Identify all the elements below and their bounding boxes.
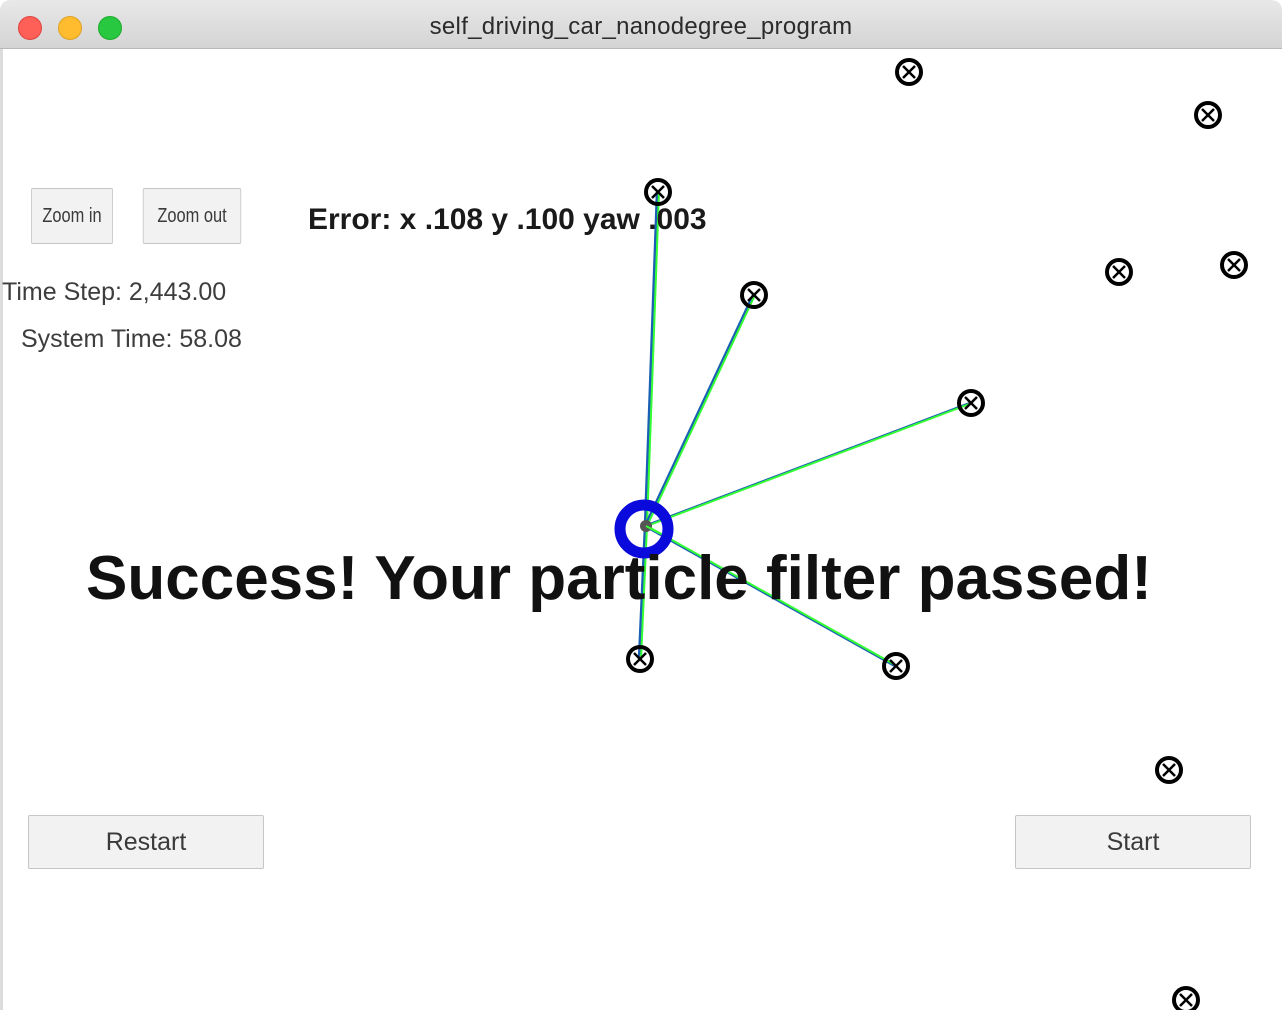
simulator-window: self_driving_car_nanodegree_program Zoom… [0,0,1282,1010]
landmark-marker-icon [1172,986,1200,1010]
zoom-out-button[interactable]: Zoom out [142,188,242,244]
error-readout: Error: x .108 y .100 yaw .003 [308,203,707,236]
landmark-marker-icon [1194,101,1222,129]
zoom-in-button[interactable]: Zoom in [31,188,113,244]
landmark-marker-icon [957,389,985,417]
system-time-readout: System Time: 58.08 [21,325,242,353]
start-button[interactable]: Start [1015,815,1251,869]
landmark-marker-icon [895,58,923,86]
window-title: self_driving_car_nanodegree_program [429,13,853,40]
restart-button[interactable]: Restart [28,815,264,869]
landmark-marker-icon [740,281,768,309]
landmark-marker-icon [1155,756,1183,784]
title-bar[interactable]: self_driving_car_nanodegree_program [0,0,1282,49]
association-line [643,191,659,527]
success-message: Success! Your particle filter passed! [86,544,1152,613]
landmark-marker-icon [1105,258,1133,286]
observation-line [646,191,660,527]
landmark-marker-icon [882,652,910,680]
time-step-readout: Time Step: 2,443.00 [2,278,227,306]
landmark-marker-icon [1220,251,1248,279]
